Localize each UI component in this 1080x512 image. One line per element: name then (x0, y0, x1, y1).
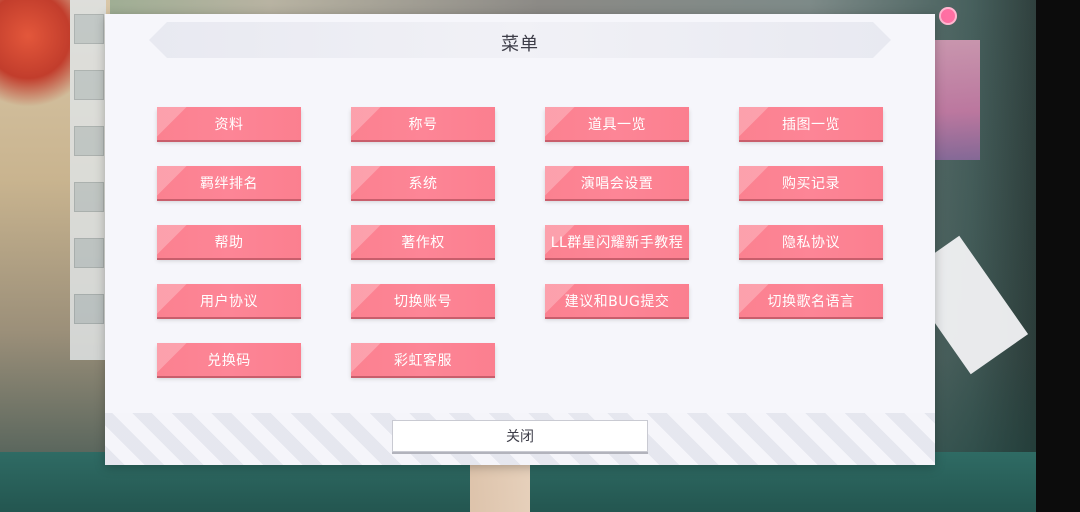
background-slot (74, 238, 104, 268)
character-artwork (0, 0, 70, 120)
profile-button[interactable]: 资料 (157, 107, 301, 140)
menu-button-label: 切换账号 (394, 293, 452, 310)
menu-button-label: 用户协议 (200, 293, 258, 310)
switch-account-button[interactable]: 切换账号 (351, 284, 495, 317)
live-settings-button[interactable]: 演唱会设置 (545, 166, 689, 199)
illustration-list-button[interactable]: 插图一览 (739, 107, 883, 140)
feedback-bug-button[interactable]: 建议和BUG提交 (545, 284, 689, 317)
redeem-code-button[interactable]: 兑换码 (157, 343, 301, 376)
menu-button-label: 系统 (408, 175, 438, 192)
background-slot (74, 126, 104, 156)
menu-button-label: 隐私协议 (782, 234, 840, 251)
tutorial-button[interactable]: LL群星闪耀新手教程 (545, 225, 689, 258)
background-slot (74, 70, 104, 100)
customer-service-button[interactable]: 彩虹客服 (351, 343, 495, 376)
menu-button-label: 购买记录 (782, 175, 840, 192)
menu-button-label: 演唱会设置 (580, 175, 654, 192)
user-agreement-button[interactable]: 用户协议 (157, 284, 301, 317)
menu-button-label: 建议和BUG提交 (564, 293, 670, 310)
menu-button-label: 称号 (408, 116, 438, 133)
screen-edge (1036, 0, 1080, 512)
menu-grid: 资料 称号 道具一览 插图一览 羁绊排名 系统 演唱会设置 购买记录 帮助 著作… (157, 107, 887, 376)
menu-button-label: 道具一览 (588, 116, 646, 133)
privacy-policy-button[interactable]: 隐私协议 (739, 225, 883, 258)
title-button[interactable]: 称号 (351, 107, 495, 140)
bond-ranking-button[interactable]: 羁绊排名 (157, 166, 301, 199)
song-language-button[interactable]: 切换歌名语言 (739, 284, 883, 317)
background-slot (74, 182, 104, 212)
menu-button-label: 羁绊排名 (200, 175, 258, 192)
menu-button-label: 著作权 (401, 234, 445, 251)
menu-button-label: 切换歌名语言 (767, 293, 855, 310)
dialog-title: 菜单 (501, 34, 539, 55)
close-button[interactable]: 关闭 (392, 420, 648, 452)
copyright-button[interactable]: 著作权 (351, 225, 495, 258)
menu-button-label: 资料 (214, 116, 244, 133)
purchase-history-button[interactable]: 购买记录 (739, 166, 883, 199)
menu-button-label: 兑换码 (207, 352, 251, 369)
background-slot (74, 14, 104, 44)
menu-button-label: 彩虹客服 (394, 352, 452, 369)
system-button[interactable]: 系统 (351, 166, 495, 199)
menu-button-label: LL群星闪耀新手教程 (550, 234, 684, 251)
menu-button-label: 帮助 (214, 234, 244, 251)
item-list-button[interactable]: 道具一览 (545, 107, 689, 140)
menu-dialog: 菜单 资料 称号 道具一览 插图一览 羁绊排名 系统 演唱会设置 购买记录 帮助… (105, 14, 935, 465)
help-button[interactable]: 帮助 (157, 225, 301, 258)
background-side-menu (70, 0, 106, 360)
background-slot (74, 294, 104, 324)
menu-button-label: 插图一览 (782, 116, 840, 133)
notification-dot-icon (939, 7, 957, 25)
background-poster (930, 40, 980, 160)
